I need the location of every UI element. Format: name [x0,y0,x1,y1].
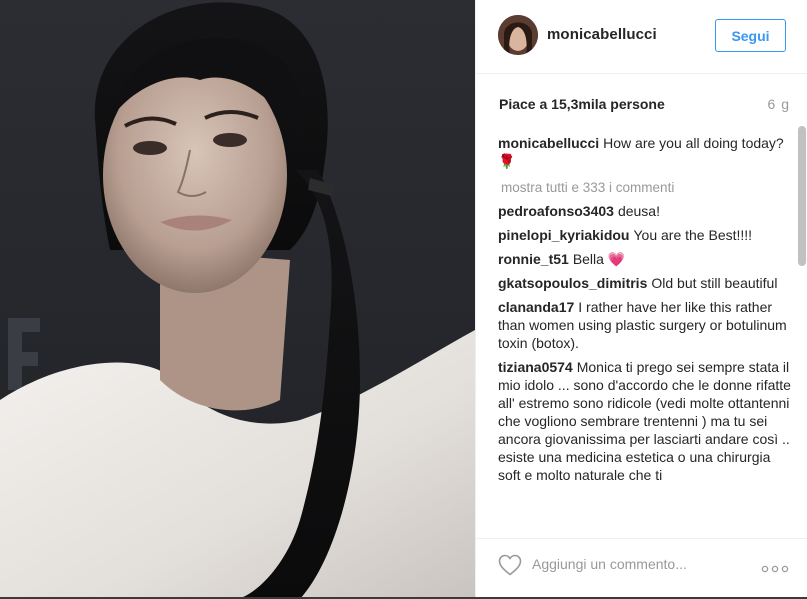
comment-item: clananda17 I rather have her like this ra… [498,298,792,352]
comments-list: monicabellucci How are you all doing toda… [498,124,792,528]
post-header: monicabellucci Segui [476,0,807,74]
username[interactable]: monicabellucci [547,26,657,43]
comment-item: ronnie_t51 Bella 💗 [498,250,792,268]
comment-username[interactable]: gkatsopoulos_dimitris [498,275,647,291]
scrollbar-thumb[interactable] [798,126,806,266]
avatar[interactable] [498,15,538,55]
comment-username[interactable]: tiziana0574 [498,359,573,375]
post-footer [476,538,807,599]
comment-text: deusa! [617,203,660,219]
comment-username[interactable]: pedroafonso3403 [498,203,614,219]
show-all-comments-link[interactable]: mostra tutti e 333 i commenti [501,180,792,195]
comment-input[interactable] [532,551,752,577]
comment-text: You are the Best!!!! [633,227,753,243]
rose-icon: 🌹 [498,153,516,169]
comment-text: Monica ti prego sei sempre stata il mio … [498,359,791,483]
comment-username[interactable]: ronnie_t51 [498,251,569,267]
comment-item: gkatsopoulos_dimitris Old but still beaut… [498,274,792,292]
comment-item: pinelopi_kyriakidou You are the Best!!!! [498,226,792,244]
caption: monicabellucci How are you all doing toda… [498,134,792,170]
comment-item: pedroafonso3403 deusa! [498,202,792,220]
comment-username[interactable]: clananda17 [498,299,574,315]
comment-text: Old but still beautiful [651,275,778,291]
post-photo[interactable] [0,0,475,599]
caption-username[interactable]: monicabellucci [498,135,599,151]
ellipsis-icon[interactable] [761,561,789,573]
comments-scrollbar[interactable] [798,124,806,530]
caption-text: How are you all doing today? [603,135,784,151]
heart-icon[interactable] [498,554,522,576]
post-panel: monicabellucci Segui Piace a 15,3mila pe… [475,0,807,599]
comment-text: Bella 💗 [572,251,626,267]
likes-row: Piace a 15,3mila persone 6 g [498,94,790,114]
comment-username[interactable]: pinelopi_kyriakidou [498,227,629,243]
likes-count[interactable]: Piace a 15,3mila persone [499,96,665,112]
post-time[interactable]: 6 g [768,96,790,112]
follow-button[interactable]: Segui [715,19,786,52]
comment-item: tiziana0574 Monica ti prego sei sempre st… [498,358,792,484]
